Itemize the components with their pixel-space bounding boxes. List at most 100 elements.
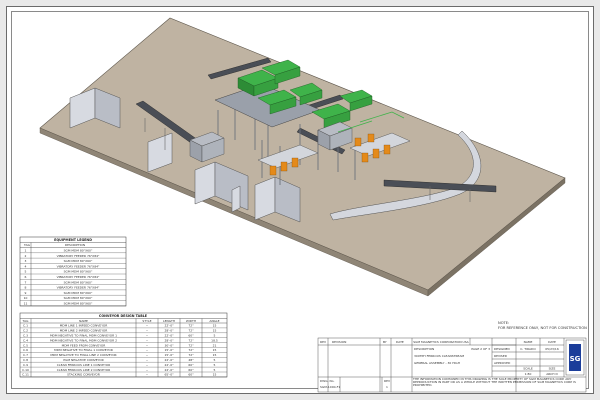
legend-tag: 3 (25, 259, 27, 263)
conveyor-name: PGM NEGATIVE CONVEYOR (63, 358, 103, 362)
note-label: NOTE: (498, 321, 509, 325)
disclaimer-text: THE INFORMATION CONTAINED IN THIS DRAWIN… (413, 377, 576, 388)
conveyor-tag: C.4 (23, 338, 28, 342)
conveyor-length: 22'-0" (164, 363, 174, 367)
equipment-legend-header-description: DESCRIPTION (65, 243, 85, 247)
conveyor-style: -- (146, 329, 148, 333)
by-header: BY (383, 340, 387, 344)
conveyor-width: 60" (188, 373, 194, 377)
conveyor-name: MDM NEGATIVE TO FINAL MDM CONVEYOR 1 (50, 334, 117, 338)
legend-tag: 8 (25, 286, 27, 290)
conveyor-angle: 5 (214, 363, 216, 367)
bunker-wall-5 (231, 185, 241, 213)
legend-description: SGM MDM 80"X60" (64, 291, 93, 295)
conveyor-style: -- (146, 334, 148, 338)
conveyor-tag: C.3 (23, 334, 28, 338)
dwg-value: SGM-1000-F1 (320, 385, 340, 389)
conveyor-name: MDM LINE 1 INFEED CONVEYOR (60, 324, 108, 328)
conveyor-style: -- (146, 353, 148, 357)
conveyor-width: 60" (188, 363, 194, 367)
equipment-legend-title: EQUIPMENT LEGEND (54, 238, 92, 242)
legend-description: SGM MDM 80"X60" (64, 270, 93, 274)
legend-description: VIBRATORY FEEDER 76"X84" (57, 286, 100, 290)
conveyor-length: 22'-0" (164, 334, 174, 338)
date-header: DATE (396, 340, 404, 344)
logo-text: SG (570, 355, 581, 363)
conveyor-width: 72" (188, 353, 194, 357)
note-text: FOR REFERENCE ONLY, NOT FOR CONSTRUCTION (498, 326, 587, 330)
conveyor-length: 22'-0" (164, 358, 174, 362)
conveyor-tag: C.10 (22, 368, 29, 372)
legend-description: VIBRATORY FEEDER 76"X84" (57, 264, 100, 268)
legend-tag: 7 (25, 280, 27, 284)
legend-description: SGM MDM 80"X60" (64, 280, 93, 284)
equipment-legend-table: EQUIPMENT LEGEND TAG DESCRIPTION 1 SGM MD… (19, 236, 127, 307)
conveyor-length: 30'-0" (164, 343, 174, 347)
conveyor-header-angle: ANGLE (209, 319, 219, 323)
conveyor-header-tag: TAG (22, 319, 30, 323)
conveyor-tag: C.9 (23, 363, 28, 367)
drawing-canvas: EQUIPMENT LEGEND TAG DESCRIPTION 1 SGM MD… (19, 17, 587, 393)
rev-label: REV (384, 379, 391, 383)
designed-by: C. TIRADO (520, 347, 536, 351)
conveyor-tag: C.5 (23, 343, 28, 347)
scale-value: 1:80 (525, 372, 532, 376)
size-value: ARCH D (546, 372, 558, 376)
conveyor-length: 65'-0" (164, 373, 174, 377)
conveyor-style: -- (146, 368, 148, 372)
company-logo: SG (565, 339, 585, 376)
conveyor-header-length: LENGTH (163, 319, 175, 323)
conveyor-tag: C.1 (23, 324, 28, 328)
conveyor-name: STACKING CONVEYOR (67, 373, 100, 377)
revision-header: REVISION (332, 340, 346, 344)
conveyor-width: 72" (188, 338, 194, 342)
conveyor-angle: 5 (214, 358, 216, 362)
conveyor-name: MDM NEGATIVE TO FINAL MDM CONVEYOR 2 (50, 338, 117, 342)
conveyor-width: 48" (188, 358, 194, 362)
conveyor-angle: 18.5 (211, 338, 218, 342)
conveyor-width: 72" (188, 343, 194, 347)
conveyor-table-title: CONVEYOR DESIGN TABLE (99, 314, 148, 318)
equipment-legend-header-tag: TAG (23, 243, 31, 247)
conveyor-style: -- (146, 343, 148, 347)
legend-tag: 2 (25, 254, 27, 258)
conveyor-name: MDM LINE 2 INFEED CONVEYOR (60, 329, 108, 333)
legend-description: VIBRATORY FEEDER 76"X84" (57, 275, 100, 279)
conveyor-header-name: NAME (79, 319, 88, 323)
conveyor-angle: 15 (213, 329, 217, 333)
conveyor-name: MDM NEGATIVE TO FINAL LINE 2 CONVEYOR (50, 353, 116, 357)
conveyor-name: MDM FEED FROM CONVEYOR (62, 343, 106, 347)
conveyor-length: 15'-0" (164, 348, 174, 352)
conveyor-name: CLEAN FERROUS LINE 2 CONVEYOR (57, 368, 110, 372)
conveyor-style: -- (146, 324, 148, 328)
company-name: SGM MAGNETICS CORPORATION USA (413, 340, 469, 344)
scale-label: SCALE (523, 367, 533, 371)
reference-note: NOTE: FOR REFERENCE ONLY, NOT FOR CONSTR… (498, 321, 587, 330)
legend-description: SGM MDM 80"X60" (64, 249, 93, 253)
description-line1: 300TPH FERROUS CLEANSTREAM (414, 354, 465, 358)
conveyor-header-width: WIDTH (186, 319, 196, 323)
legend-tag: 9 (25, 291, 27, 295)
conveyor-tag: C.11 (22, 373, 29, 377)
conveyor-tag: C.6 (23, 348, 28, 352)
conveyor-length: 28'-0" (164, 338, 174, 342)
conveyor-angle: 21 (213, 343, 217, 347)
conveyor-style: -- (146, 363, 148, 367)
conveyor-angle: 5 (214, 334, 216, 338)
legend-description: VIBRATORY FEEDER 76"X84" (57, 254, 100, 258)
conveyor-name: MDM NEGATIVE TO FINAL 1 CONVEYOR (54, 348, 113, 352)
conveyor-tag: C.7 (23, 353, 28, 357)
conveyor-angle: 15 (213, 348, 217, 352)
date-column-label: DATE (548, 340, 556, 344)
conveyor-width: 72" (188, 324, 194, 328)
legend-tag: 5 (25, 270, 27, 274)
conveyor-width: 72" (188, 329, 194, 333)
description-label: DESCRIPTION (414, 347, 434, 351)
conveyor-width: 72" (188, 348, 194, 352)
conveyor-style: -- (146, 358, 148, 362)
conveyor-length: 28'-0" (164, 329, 174, 333)
legend-tag: 6 (25, 275, 27, 279)
conveyor-tag: C.2 (23, 329, 28, 333)
legend-description: SGM MDM 80"X60" (64, 302, 93, 306)
conveyor-length: 22'-0" (164, 324, 174, 328)
